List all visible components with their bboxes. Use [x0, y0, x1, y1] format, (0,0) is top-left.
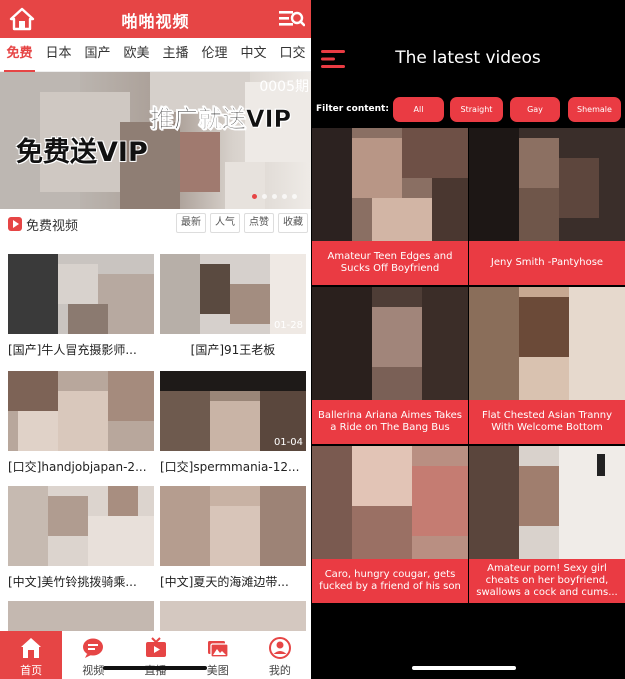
nav-label: 视频 [82, 664, 105, 677]
filter-all-button[interactable]: All [393, 97, 444, 122]
play-icon [8, 217, 22, 231]
video-caption[interactable]: [国产]91王老板 [160, 341, 306, 358]
video-thumbnail[interactable] [160, 601, 306, 631]
video-thumbnail[interactable]: 01-28 [160, 254, 306, 334]
tab-oral[interactable]: 口交 [273, 38, 311, 72]
video-thumbnail[interactable] [312, 128, 468, 241]
filter-bar: Filter content: All Straight Gay Shemale [311, 96, 625, 124]
filter-label: Filter content: [316, 104, 389, 114]
menu-search-icon[interactable] [277, 7, 305, 31]
video-thumbnail[interactable] [469, 446, 625, 559]
banner-text-top: 推广就送VIP [150, 105, 292, 134]
video-card[interactable]: Amateur porn! Sexy girl cheats on her bo… [469, 446, 625, 603]
filter-shemale-button[interactable]: Shemale [568, 97, 621, 122]
tab-free[interactable]: 免费 [0, 38, 39, 72]
nav-label: 我的 [268, 664, 291, 677]
photos-icon [207, 641, 229, 658]
video-caption[interactable]: [中文]美竹铃挑拨骑乘... [8, 573, 154, 590]
sort-buttons: 最新 人气 点赞 收藏 [176, 213, 308, 233]
video-card[interactable]: [国产]牛人冒充摄影师... [8, 254, 154, 358]
nav-video[interactable]: 视频 [62, 631, 124, 679]
video-title[interactable]: Jeny Smith -Pantyhose [469, 241, 625, 285]
video-caption[interactable]: [国产]牛人冒充摄影师... [8, 341, 154, 358]
video-card[interactable] [160, 601, 306, 631]
tab-western[interactable]: 欧美 [117, 38, 156, 72]
video-title[interactable]: Caro, hungry cougar, gets fucked by a fr… [312, 559, 468, 603]
video-thumbnail[interactable] [8, 371, 154, 451]
video-thumbnail[interactable] [469, 287, 625, 400]
video-thumbnail[interactable] [8, 254, 154, 334]
nav-profile[interactable]: 我的 [249, 631, 311, 679]
home-indicator[interactable] [412, 666, 516, 670]
video-thumbnail[interactable] [160, 486, 306, 566]
right-phone-screen: The latest videos Filter content: All St… [311, 0, 625, 679]
video-thumbnail[interactable]: 01-04 [160, 371, 306, 451]
video-title[interactable]: Ballerina Ariana Aimes Takes a Ride on T… [312, 400, 468, 444]
video-card[interactable]: 01-28 [国产]91王老板 [160, 254, 306, 358]
app-title: 啪啪视频 [121, 12, 190, 31]
nav-label: 美图 [206, 664, 229, 677]
video-card[interactable]: [中文]夏天的海滩边带... [160, 486, 306, 590]
nav-photos[interactable]: 美图 [187, 631, 249, 679]
video-card[interactable]: [中文]美竹铃挑拨骑乘... [8, 486, 154, 590]
video-card[interactable]: Caro, hungry cougar, gets fucked by a fr… [312, 446, 468, 603]
video-thumbnail[interactable] [8, 601, 154, 631]
bottom-navigation: 首页 视频 直播 美图 我的 [0, 631, 311, 679]
home-icon [21, 638, 42, 658]
video-title[interactable]: Amateur porn! Sexy girl cheats on her bo… [469, 559, 625, 603]
banner-text-main: 免费送VIP [16, 137, 148, 168]
sort-favorites-button[interactable]: 收藏 [278, 213, 308, 233]
tab-domestic[interactable]: 国产 [78, 38, 117, 72]
section-title: 免费视频 [26, 218, 79, 234]
sort-latest-button[interactable]: 最新 [176, 213, 206, 233]
user-icon [268, 637, 291, 659]
filter-straight-button[interactable]: Straight [450, 97, 503, 122]
top-bar: 啪啪视频 [0, 0, 311, 38]
sort-likes-button[interactable]: 点赞 [244, 213, 274, 233]
page-title: The latest videos [395, 48, 541, 68]
banner-pager [252, 194, 297, 199]
video-thumbnail[interactable] [312, 446, 468, 559]
nav-home[interactable]: 首页 [0, 631, 63, 679]
sort-popular-button[interactable]: 人气 [210, 213, 240, 233]
tab-streamer[interactable]: 主播 [156, 38, 195, 72]
video-duration: 01-04 [273, 437, 303, 448]
video-thumbnail[interactable] [312, 287, 468, 400]
video-card[interactable]: Ballerina Ariana Aimes Takes a Ride on T… [312, 287, 468, 444]
video-thumbnail[interactable] [469, 128, 625, 241]
home-indicator[interactable] [103, 666, 207, 670]
video-card[interactable] [8, 601, 154, 631]
filter-gay-button[interactable]: Gay [510, 97, 560, 122]
video-duration: 01-28 [273, 320, 303, 331]
video-card[interactable]: [口交]handjobjapan-2... [8, 371, 154, 475]
video-title[interactable]: Amateur Teen Edges and Sucks Off Boyfrie… [312, 241, 468, 285]
category-tabs: 免费 日本 国产 欧美 主播 伦理 中文 口交 [0, 38, 311, 72]
nav-label: 首页 [20, 664, 43, 677]
video-card[interactable]: Jeny Smith -Pantyhose [469, 128, 625, 285]
banner-issue-label: 0005期 [259, 79, 309, 95]
video-caption[interactable]: [中文]夏天的海滩边带... [160, 573, 306, 590]
tab-chinese[interactable]: 中文 [234, 38, 273, 72]
video-card[interactable]: Amateur Teen Edges and Sucks Off Boyfrie… [312, 128, 468, 285]
video-card[interactable]: 01-04 [口交]spermmania-12... [160, 371, 306, 475]
tab-japan[interactable]: 日本 [39, 38, 78, 72]
nav-live[interactable]: 直播 [124, 631, 186, 679]
video-thumbnail[interactable] [8, 486, 154, 566]
chat-video-icon [83, 638, 104, 658]
section-header: 免费视频 最新 人气 点赞 收藏 [0, 209, 311, 239]
top-bar: The latest videos [311, 0, 625, 90]
tab-ethics[interactable]: 伦理 [195, 38, 234, 72]
video-caption[interactable]: [口交]spermmania-12... [160, 458, 306, 475]
left-phone-screen: 啪啪视频 免费 日本 国产 欧美 主播 伦理 中文 口交 0005期 推广就送V… [0, 0, 311, 679]
live-tv-icon [145, 637, 166, 657]
video-title[interactable]: Flat Chested Asian Tranny With Welcome B… [469, 400, 625, 444]
video-card[interactable]: Flat Chested Asian Tranny With Welcome B… [469, 287, 625, 444]
nav-label: 直播 [144, 664, 167, 677]
promo-banner[interactable]: 0005期 推广就送VIP 免费送VIP [0, 72, 311, 209]
video-caption[interactable]: [口交]handjobjapan-2... [8, 458, 154, 475]
